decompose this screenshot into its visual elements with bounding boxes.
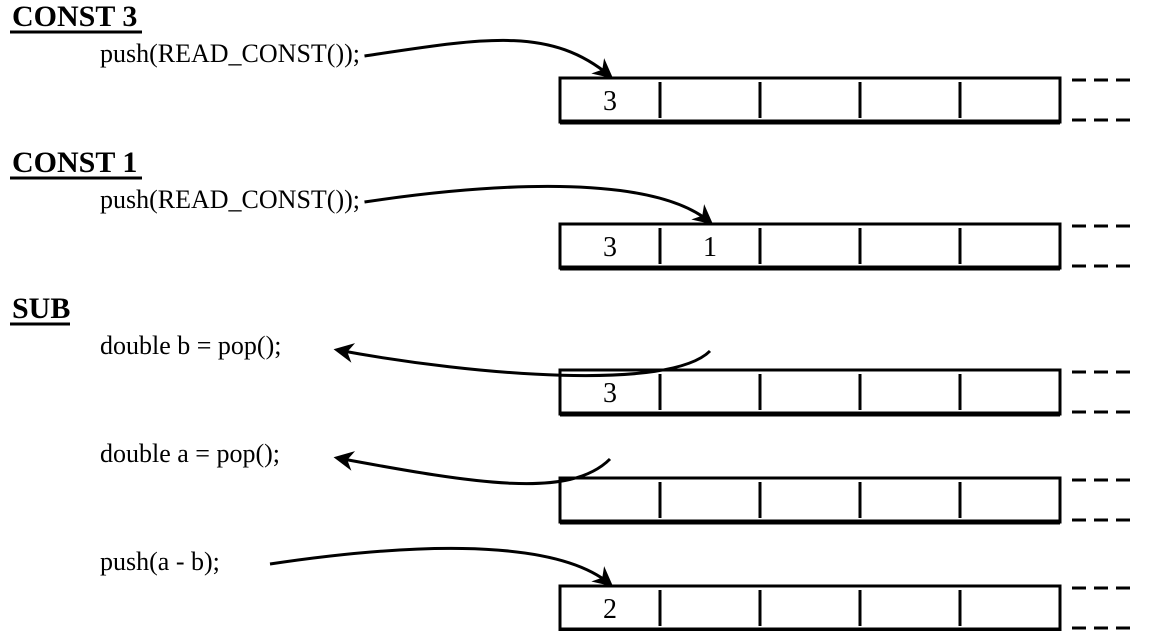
opcode-label: SUB (12, 292, 70, 325)
push-arrow (365, 40, 611, 76)
pop-arrow (338, 458, 611, 484)
stack-row (560, 586, 1060, 630)
stack-row (560, 478, 1060, 522)
stack-cell: 1 (703, 232, 717, 263)
opcode-label: CONST 1 (12, 146, 137, 179)
stack-cell: 3 (603, 86, 617, 117)
code-line: double b = pop(); (100, 331, 281, 360)
opcode-label: CONST 3 (12, 0, 137, 33)
vm-stack-diagram: CONST 3 push(READ_CONST()); 3 CONST 1 push(R… (0, 0, 1152, 631)
stack-row (560, 224, 1060, 268)
code-line: push(READ_CONST()); (100, 185, 360, 214)
pop-arrow (338, 350, 711, 376)
push-arrow (365, 186, 711, 222)
stack-cell: 2 (603, 594, 617, 625)
push-arrow (270, 548, 610, 584)
code-line: push(READ_CONST()); (100, 39, 360, 68)
stack-row (560, 78, 1060, 122)
stack-cell: 3 (603, 232, 617, 263)
code-line: double a = pop(); (100, 439, 280, 468)
code-line: push(a - b); (100, 547, 220, 576)
stack-row (560, 370, 1060, 414)
stack-cell: 3 (603, 378, 617, 409)
